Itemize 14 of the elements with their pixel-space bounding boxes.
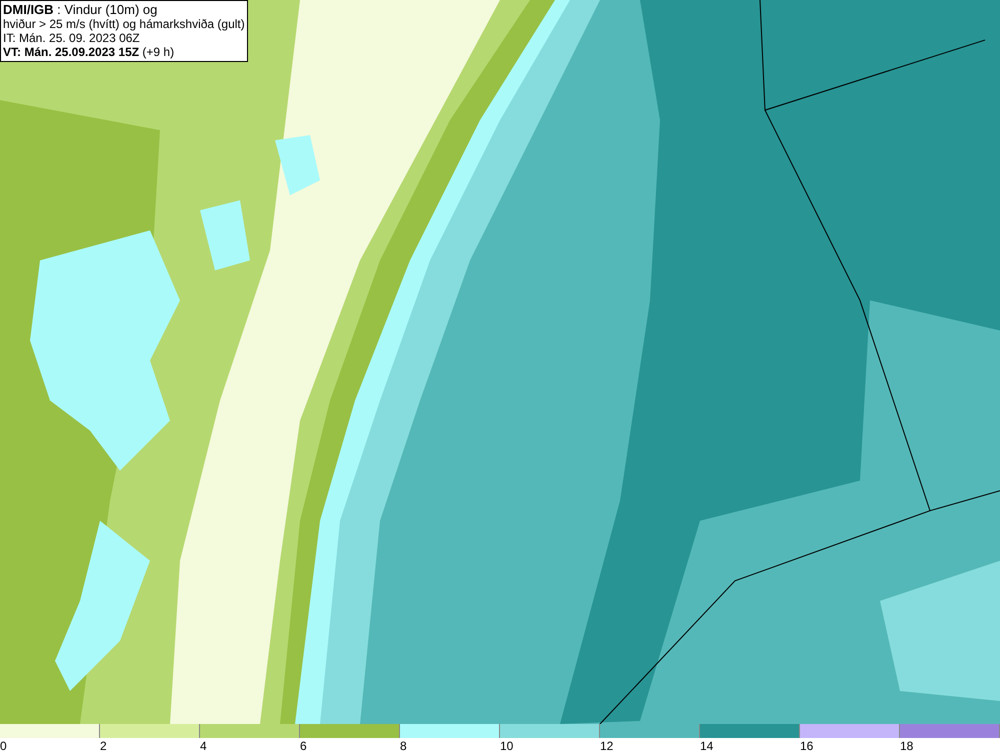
legend-label: 10 (500, 739, 514, 753)
legend-label: 2 (100, 739, 107, 753)
legend-label: 18 (900, 739, 914, 753)
info-line: DMI/IGB : Vindur (10m) og (3, 2, 158, 17)
info-line: IT: Mán. 25. 09. 2023 06Z (3, 31, 141, 45)
legend-label: 0 (0, 739, 7, 753)
legend-label: 6 (300, 739, 307, 753)
legend-label: 4 (200, 739, 207, 753)
legend-label: 14 (700, 739, 714, 753)
legend-label: 12 (600, 739, 614, 753)
info-line: hviður > 25 m/s (hvítt) og hámarkshviða (gult) (3, 17, 245, 31)
legend-label: 16 (800, 739, 814, 753)
legend-label: 8 (400, 739, 407, 753)
info-line: VT: Mán. 25.09.2023 15Z (+9 h) (3, 45, 176, 59)
